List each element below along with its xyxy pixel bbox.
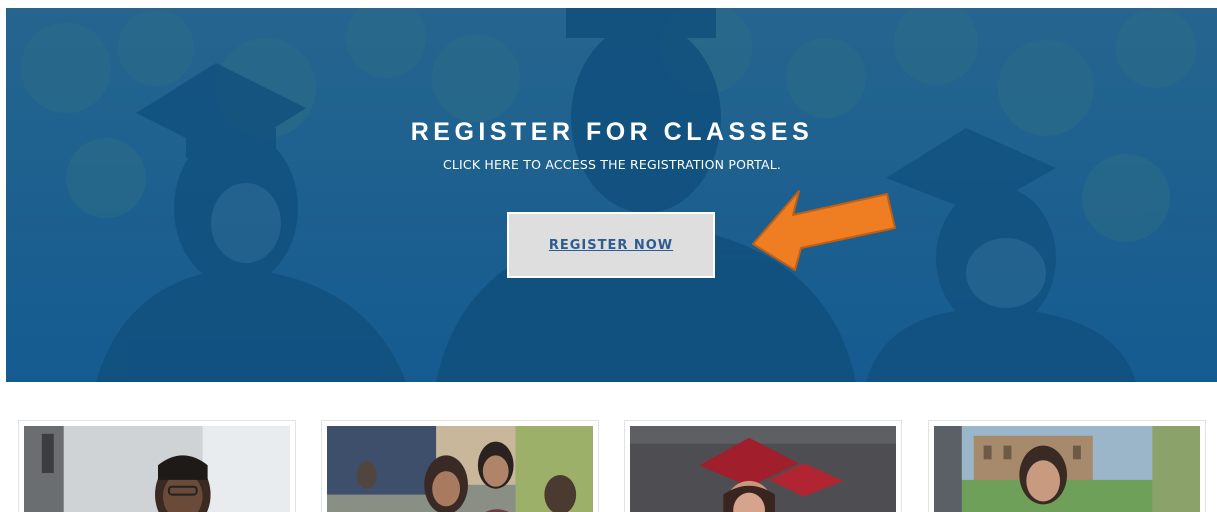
orange-arrow-annotation-icon — [752, 190, 896, 271]
promo-card-2[interactable] — [321, 420, 599, 512]
students-at-table-image — [327, 426, 593, 512]
promo-card-3[interactable] — [624, 420, 902, 512]
register-now-button[interactable]: REGISTER NOW — [507, 212, 715, 278]
promo-card-1[interactable] — [18, 420, 296, 512]
hero-blue-overlay — [6, 8, 1217, 382]
student-outside-campus-image — [934, 426, 1200, 512]
graduates-red-caps-image — [630, 426, 896, 512]
promo-card-4[interactable] — [928, 420, 1206, 512]
student-at-computer-image — [24, 426, 290, 512]
registration-hero-banner: REGISTER FOR CLASSES CLICK HERE TO ACCES… — [6, 8, 1217, 382]
hero-subtitle[interactable]: CLICK HERE TO ACCESS THE REGISTRATION PO… — [6, 157, 1217, 172]
page: REGISTER FOR CLASSES CLICK HERE TO ACCES… — [0, 0, 1217, 512]
hero-title: REGISTER FOR CLASSES — [410, 118, 814, 146]
